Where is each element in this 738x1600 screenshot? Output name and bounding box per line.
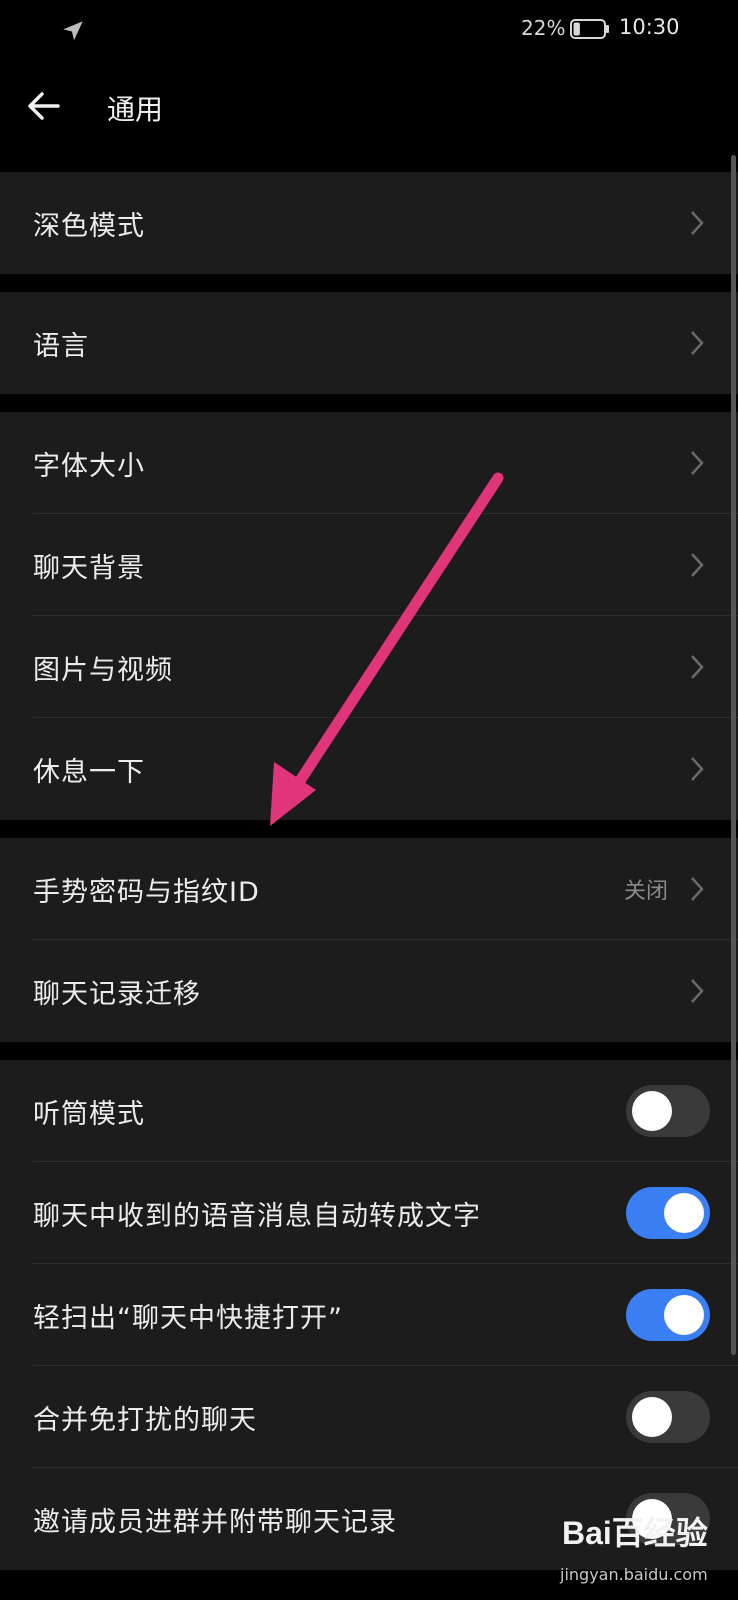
toggle-knob — [664, 1193, 704, 1233]
setting-voice-to-text: 聊天中收到的语音消息自动转成文字 — [0, 1162, 738, 1264]
battery-icon — [570, 19, 609, 39]
app-header: 通用 — [0, 70, 738, 150]
settings-group-language: 语言 — [0, 292, 738, 394]
toggle-knob — [632, 1091, 672, 1131]
baidu-watermark-logo: Bai百经验 — [562, 1515, 708, 1551]
toggle-knob — [664, 1295, 704, 1335]
setting-language[interactable]: 语言 — [0, 292, 738, 394]
chevron-right-icon — [691, 979, 704, 1003]
chevron-right-icon — [691, 877, 704, 901]
page-title: 通用 — [107, 93, 164, 126]
back-arrow-icon[interactable] — [24, 86, 64, 126]
chevron-right-icon — [691, 331, 704, 355]
setting-value: 关闭 — [623, 879, 668, 904]
swipe-quick-open-toggle[interactable] — [626, 1289, 710, 1341]
setting-label: 轻扫出“聊天中快捷打开” — [33, 1302, 343, 1334]
settings-group-chat-appearance: 字体大小 聊天背景 图片与视频 休息一下 — [0, 412, 738, 820]
setting-dark-mode[interactable]: 深色模式 — [0, 172, 738, 274]
setting-earpiece-mode: 听筒模式 — [0, 1060, 738, 1162]
setting-label: 听筒模式 — [33, 1098, 145, 1130]
setting-gesture-fingerprint[interactable]: 手势密码与指纹ID 关闭 — [0, 838, 738, 940]
chevron-right-icon — [691, 655, 704, 679]
setting-take-a-break[interactable]: 休息一下 — [0, 718, 738, 820]
chevron-right-icon — [691, 757, 704, 781]
setting-label: 邀请成员进群并附带聊天记录 — [33, 1506, 397, 1538]
chevron-right-icon — [691, 553, 704, 577]
chevron-right-icon — [691, 451, 704, 475]
earpiece-mode-toggle[interactable] — [626, 1085, 710, 1137]
setting-swipe-quick-open: 轻扫出“聊天中快捷打开” — [0, 1264, 738, 1366]
setting-label: 语言 — [33, 330, 89, 362]
scrollbar[interactable] — [731, 155, 736, 1355]
settings-group-display: 深色模式 — [0, 172, 738, 274]
setting-label: 聊天记录迁移 — [33, 978, 201, 1010]
merge-muted-chats-toggle[interactable] — [626, 1391, 710, 1443]
chevron-right-icon — [691, 211, 704, 235]
setting-label: 深色模式 — [33, 210, 145, 242]
setting-label: 手势密码与指纹ID — [33, 876, 260, 908]
setting-label: 合并免打扰的聊天 — [33, 1404, 257, 1436]
setting-chat-background[interactable]: 聊天背景 — [0, 514, 738, 616]
setting-label: 图片与视频 — [33, 654, 173, 686]
setting-label: 聊天背景 — [33, 552, 145, 584]
toggle-knob — [632, 1397, 672, 1437]
setting-photos-videos[interactable]: 图片与视频 — [0, 616, 738, 718]
setting-merge-muted-chats: 合并免打扰的聊天 — [0, 1366, 738, 1468]
setting-font-size[interactable]: 字体大小 — [0, 412, 738, 514]
location-icon — [63, 21, 83, 41]
setting-label: 字体大小 — [33, 450, 145, 482]
settings-group-security: 手势密码与指纹ID 关闭 聊天记录迁移 — [0, 838, 738, 1042]
setting-label: 聊天中收到的语音消息自动转成文字 — [33, 1200, 481, 1232]
clock: 10:30 — [619, 15, 680, 39]
settings-group-toggles: 听筒模式 聊天中收到的语音消息自动转成文字 轻扫出“聊天中快捷打开” 合并免打扰… — [0, 1060, 738, 1570]
baidu-watermark-url: jingyan.baidu.com — [560, 1565, 708, 1584]
status-bar: 22% 10:30 — [0, 0, 738, 58]
setting-chat-migration[interactable]: 聊天记录迁移 — [0, 940, 738, 1042]
voice-to-text-toggle[interactable] — [626, 1187, 710, 1239]
setting-label: 休息一下 — [33, 756, 145, 788]
battery-percent: 22% — [521, 16, 566, 40]
